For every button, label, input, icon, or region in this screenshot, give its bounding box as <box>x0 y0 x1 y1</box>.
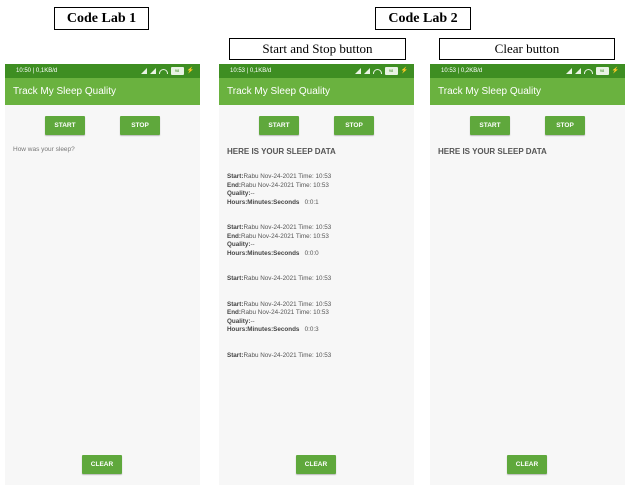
app-title: Track My Sleep Quality <box>227 86 330 97</box>
charging-icon: ⚡ <box>400 68 408 74</box>
wifi-icon <box>372 68 382 74</box>
stop-button[interactable]: STOP <box>334 116 374 135</box>
app-bar: Track My Sleep Quality <box>5 78 200 105</box>
battery-icon: 98 <box>170 67 184 75</box>
stop-button[interactable]: STOP <box>545 116 585 135</box>
charging-icon: ⚡ <box>186 68 194 74</box>
sleep-prompt: How was your sleep? <box>13 146 75 153</box>
app-title: Track My Sleep Quality <box>13 86 116 97</box>
sleep-record: Start:Rabu Nov-24-2021 Time: 10:53 End:R… <box>227 173 332 206</box>
start-stop-caption: Start and Stop button <box>229 38 406 60</box>
signal-icon <box>140 68 147 74</box>
signal-icon <box>363 68 370 74</box>
stop-button[interactable]: STOP <box>120 116 160 135</box>
app-bar: Track My Sleep Quality <box>219 78 414 105</box>
signal-icon <box>149 68 156 74</box>
clear-button[interactable]: CLEAR <box>507 455 547 474</box>
clear-button[interactable]: CLEAR <box>82 455 122 474</box>
sleep-record: Start:Rabu Nov-24-2021 Time: 10:53 <box>227 351 332 359</box>
start-button[interactable]: START <box>470 116 510 135</box>
sleep-record: Start:Rabu Nov-24-2021 Time: 10:53 End:R… <box>227 300 332 334</box>
sleep-data-heading: HERE IS YOUR SLEEP DATA <box>438 147 547 156</box>
wifi-icon <box>158 68 168 74</box>
status-time: 10:50 | 0,1KB/d <box>16 68 58 74</box>
sleep-data-heading: HERE IS YOUR SLEEP DATA <box>227 147 336 156</box>
status-time: 10:53 | 0,1KB/d <box>230 68 272 74</box>
start-button[interactable]: START <box>45 116 85 135</box>
sleep-data-list: Start:Rabu Nov-24-2021 Time: 10:53 End:R… <box>227 173 407 377</box>
status-bar: 10:53 | 0,1KB/d 98 ⚡ <box>219 64 414 78</box>
battery-icon: 98 <box>595 67 609 75</box>
signal-icon <box>354 68 361 74</box>
status-bar: 10:53 | 0,2KB/d 98 ⚡ <box>430 64 625 78</box>
phone-screen-1: 10:50 | 0,1KB/d 98 ⚡ Track My Sleep Qual… <box>5 64 200 485</box>
battery-icon: 98 <box>384 67 398 75</box>
clear-button[interactable]: CLEAR <box>296 455 336 474</box>
start-button[interactable]: START <box>259 116 299 135</box>
code-lab-2-label: Code Lab 2 <box>375 7 471 30</box>
code-lab-1-label: Code Lab 1 <box>54 7 149 30</box>
sleep-record: Start:Rabu Nov-24-2021 Time: 10:53 End:R… <box>227 224 332 257</box>
phone-screen-3: 10:53 | 0,2KB/d 98 ⚡ Track My Sleep Qual… <box>430 64 625 485</box>
app-title: Track My Sleep Quality <box>438 86 541 97</box>
status-bar: 10:50 | 0,1KB/d 98 ⚡ <box>5 64 200 78</box>
clear-caption: Clear button <box>439 38 615 60</box>
phone-screen-2: 10:53 | 0,1KB/d 98 ⚡ Track My Sleep Qual… <box>219 64 414 485</box>
sleep-record: Start:Rabu Nov-24-2021 Time: 10:53 <box>227 275 332 282</box>
wifi-icon <box>583 68 593 74</box>
status-time: 10:53 | 0,2KB/d <box>441 68 483 74</box>
charging-icon: ⚡ <box>611 68 619 74</box>
signal-icon <box>574 68 581 74</box>
app-bar: Track My Sleep Quality <box>430 78 625 105</box>
signal-icon <box>565 68 572 74</box>
